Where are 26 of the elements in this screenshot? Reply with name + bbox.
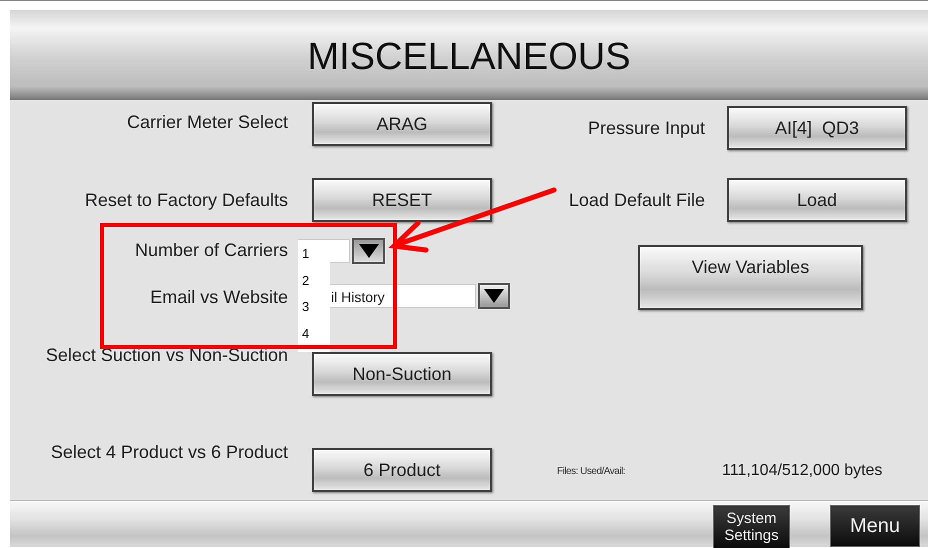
setting-label: Select 4 Product vs 6 Product: [50, 441, 289, 463]
nav-button[interactable]: System Settings: [713, 505, 790, 548]
caret-icon: [484, 289, 504, 303]
caret-icon: [358, 244, 378, 258]
setting-button[interactable]: AI[4] QD3: [727, 106, 907, 150]
setting-button[interactable]: Non-Suction: [312, 352, 492, 396]
files-label: Files: Used/Avail:: [557, 466, 626, 476]
dropdown-option[interactable]: 1: [298, 246, 330, 272]
setting-label: Reset to Factory Defaults: [84, 189, 289, 211]
view-variables-button[interactable]: View Variables: [638, 245, 863, 310]
setting-button[interactable]: 6 Product: [312, 448, 492, 492]
files-usage: 111,104/512,000 bytes: [722, 462, 882, 480]
setting-label: Number of Carriers: [134, 239, 289, 261]
nav-button[interactable]: Menu: [830, 505, 920, 547]
dropdown-button[interactable]: [352, 238, 385, 264]
setting-label: Email vs Website: [150, 286, 289, 308]
setting-button[interactable]: Load: [727, 178, 907, 222]
setting-button[interactable]: ARAG: [312, 102, 492, 146]
setting-label: Load Default File: [568, 189, 706, 211]
dropdown-option[interactable]: 4: [298, 326, 330, 352]
setting-button[interactable]: RESET: [312, 178, 492, 222]
dropdown-button[interactable]: [478, 283, 510, 309]
screen-title: MISCELLANEOUS: [307, 36, 631, 78]
setting-label: Carrier Meter Select: [126, 111, 289, 133]
setting-label: Pressure Input: [588, 117, 706, 139]
setting-label: Select Suction vs Non-Suction: [46, 344, 289, 366]
